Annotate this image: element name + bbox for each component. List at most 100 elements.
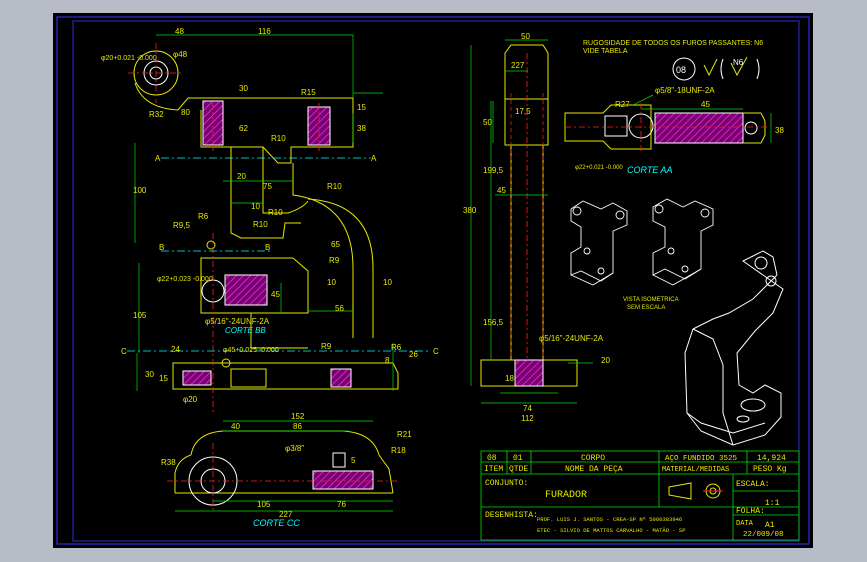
iso-view-small-2: [652, 198, 714, 286]
side-dim-45: 45: [497, 186, 506, 195]
section-cc-text: 152 40 86 R21 φ3/8" R18 R38 5 105 76 227…: [161, 412, 412, 528]
title-block-text: 08 01 CORPO AÇO FUNDIDO 3525 14,924 ITEM…: [484, 454, 787, 539]
cc-152: 152: [291, 412, 305, 421]
dim-26: 26: [409, 350, 418, 359]
cc-r21: R21: [397, 430, 412, 439]
aa-thread: φ5/8"-18UNF-2A: [655, 86, 715, 95]
iso-view-large: [684, 250, 784, 446]
dim-65: 65: [331, 240, 340, 249]
side-dim-50: 50: [521, 32, 530, 41]
dim-r6b: R6: [391, 343, 402, 352]
dim-phi20: φ20: [183, 395, 198, 404]
dim-thread-front: φ5/16"-24UNF-2A: [205, 317, 270, 326]
side-view: [470, 39, 593, 404]
side-dim-199-5: 199,5: [483, 166, 504, 175]
dim-phi48: φ48: [173, 50, 188, 59]
cc-r38: R38: [161, 458, 176, 467]
tb-qty-value: 01: [513, 454, 523, 463]
dim-r10b: R10: [327, 182, 342, 191]
note-line-2: VIDE TABELA: [583, 48, 628, 55]
dim-r6: R6: [198, 212, 209, 221]
iso-caption-line-1: VISTA ISOMETRICA: [623, 297, 679, 303]
label-corte-bb: CORTE BB: [225, 326, 266, 335]
aa-38: 38: [775, 126, 784, 135]
side-dim-156-5: 156,5: [483, 318, 504, 327]
dim-8: 8: [385, 356, 390, 365]
dim-r10c: R10: [268, 208, 283, 217]
tb-name-header: NOME DA PEÇA: [565, 465, 623, 474]
dim-116-top: 116: [258, 27, 271, 36]
tb-folha-label: FOLHA:: [736, 507, 765, 516]
side-dim-50b: 50: [483, 118, 492, 127]
iso-view-small-1: [570, 200, 628, 286]
section-mark-a-right: A: [371, 154, 377, 163]
tb-desenhista-line-2: ETEC - SILVIO DE MATTOS CARVALHO - MATÃO…: [537, 527, 686, 534]
dim-20: 20: [237, 172, 246, 181]
tb-escala-value: 1:1: [765, 499, 780, 508]
dim-24: 24: [171, 345, 180, 354]
title-logo: [668, 482, 723, 500]
dim-30: 30: [239, 84, 248, 93]
tb-weight-header: PESO Kg: [753, 465, 787, 474]
tb-item-value: 08: [487, 454, 497, 463]
cad-drawing: 48 116 φ20+0.021 -0.000 φ48 R32 80 R15 1…: [56, 16, 810, 545]
dim-r10a: R10: [271, 134, 286, 143]
cc-40: 40: [231, 422, 240, 431]
dim-38: 38: [357, 124, 366, 133]
dim-100: 100: [133, 186, 147, 195]
label-corte-cc: CORTE CC: [253, 518, 300, 528]
section-mark-c-right: C: [433, 347, 439, 356]
dim-diameter-20: φ20+0.021 -0.000: [101, 55, 157, 62]
dim-48-top: 48: [175, 27, 184, 36]
dim-62: 62: [239, 124, 248, 133]
tb-item-header: ITEM: [484, 465, 503, 474]
cc-r18: R18: [391, 446, 406, 455]
dim-r9a: R9: [329, 256, 340, 265]
side-dim-17-5: 17,5: [515, 107, 531, 116]
section-aa: [564, 94, 772, 153]
cc-76: 76: [337, 500, 346, 509]
dim-10c: 10: [383, 278, 392, 287]
dim-15b: 15: [159, 374, 168, 383]
tb-name-value: CORPO: [581, 454, 605, 463]
side-dim-74: 74: [523, 404, 532, 413]
roughness-note: RUGOSIDADE DE TODOS OS FUROS PASSANTES: …: [583, 40, 763, 81]
section-mark-b-left: B: [159, 243, 164, 252]
iso-caption-line-2: SEM ESCALA: [627, 305, 665, 311]
dim-r9b: R9: [321, 342, 332, 351]
side-dim-18: 18: [505, 374, 514, 383]
dim-r10d: R10: [253, 220, 268, 229]
dim-56: 56: [335, 304, 344, 313]
tb-desenhista-line-1: PROF. LUIS J. SANTOS - CREA-SP Nº 506038…: [537, 516, 682, 523]
dim-10b: 10: [327, 278, 336, 287]
side-dim-112: 112: [521, 414, 534, 423]
section-mark-c-left: C: [121, 347, 127, 356]
cc-105: 105: [257, 500, 271, 509]
dim-80: 80: [181, 108, 190, 117]
note-symbol-circle: 08: [676, 65, 686, 75]
tb-conjunto-value: FURADOR: [545, 490, 587, 501]
cc-phi38: φ3/8": [285, 444, 304, 453]
dim-105: 105: [133, 311, 147, 320]
section-lines: [127, 157, 431, 352]
note-symbol-n6: N6: [733, 58, 744, 67]
dim-10a: 10: [251, 202, 260, 211]
side-dim-thread: φ5/16"-24UNF-2A: [539, 334, 604, 343]
tb-weight-value: 14,924: [757, 454, 786, 463]
dim-phi22: φ22+0.023 -0.000: [157, 276, 213, 283]
roughness-symbol: [703, 58, 718, 77]
aa-r27: R27: [615, 100, 630, 109]
aa-phi22: φ22+0.021 -0.000: [575, 165, 623, 171]
dim-phi45: φ45+0.025 -0.000: [223, 347, 279, 354]
dim-r15: R15: [301, 88, 316, 97]
section-cc: [167, 420, 399, 513]
side-dim-227: 227: [511, 61, 525, 70]
tb-desenhista-label: DESENHISTA:: [485, 511, 538, 520]
label-corte-aa: CORTE AA: [627, 165, 673, 175]
dim-r95: R9,5: [173, 221, 190, 230]
dim-r32: R32: [149, 110, 164, 119]
tb-qty-header: QTDE: [509, 465, 528, 474]
dim-75: 75: [263, 182, 272, 191]
section-mark-b-right: B: [265, 243, 270, 252]
tb-data-label: DATA: [736, 520, 754, 528]
